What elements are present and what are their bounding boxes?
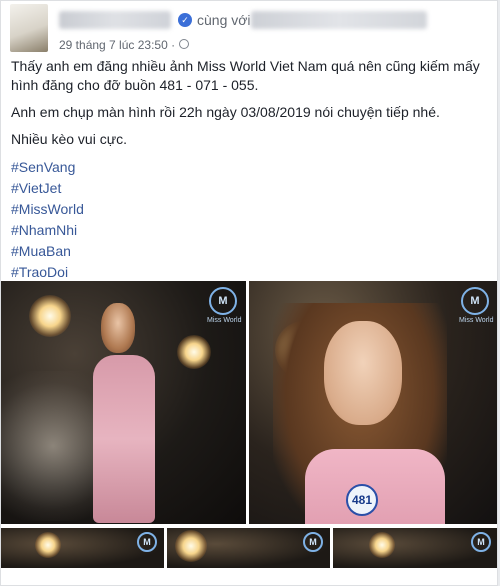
stage-light [177,335,211,369]
photo-thumbnail[interactable]: M [333,528,497,568]
photo-thumbnail[interactable]: M [1,528,164,568]
verified-icon: ✓ [178,13,192,27]
photo-portrait[interactable]: 481 M Miss World [249,281,497,524]
author-name-redacted[interactable] [59,11,171,29]
stage-light [29,295,71,337]
hashtag-link[interactable]: #TraoDoi [11,262,487,283]
hashtag-link[interactable]: #MuaBan [11,241,487,262]
model-figure [101,303,135,353]
miss-world-logo-icon: M [303,532,323,552]
miss-world-logo-icon: M [209,287,237,315]
model-dress [305,449,445,524]
logo-text: Miss World [459,317,494,324]
globe-icon [179,39,189,49]
post-header: ✓ cùng với 29 tháng 7 lúc 23:50 · [1,1,497,57]
post-paragraph: Anh em chụp màn hình rồi 22h ngày 03/08/… [11,104,440,120]
hashtag-link[interactable]: #SenVang [11,157,487,178]
hashtag-link[interactable]: #VietJet [11,178,487,199]
stage-light [175,530,207,562]
hashtag-link[interactable]: #NhamNhi [11,220,487,241]
photo-full-body[interactable]: M Miss World [1,281,246,524]
post-card: ✓ cùng với 29 tháng 7 lúc 23:50 · Thấy a… [0,0,498,586]
contestant-badge: 481 [346,484,378,516]
hashtag-link[interactable]: #MissWorld [11,199,487,220]
post-text: Thấy anh em đăng nhiều ảnh Miss World Vi… [1,57,497,283]
post-paragraph: Thấy anh em đăng nhiều ảnh Miss World Vi… [11,58,480,93]
miss-world-logo-icon: M [461,287,489,315]
with-label: cùng với [197,12,251,28]
logo-text: Miss World [207,317,242,324]
stage-light [35,532,61,558]
photo-thumbnail[interactable]: M [167,528,330,568]
miss-world-logo-icon: M [137,532,157,552]
miss-world-logo-icon: M [471,532,491,552]
avatar[interactable] [10,4,48,52]
model-dress [93,355,155,523]
hashtag-list: #SenVang #VietJet #MissWorld #NhamNhi #M… [11,157,487,283]
model-face [324,321,402,425]
post-paragraph: Nhiều kèo vui cực. [11,131,127,147]
post-timestamp[interactable]: 29 tháng 7 lúc 23:50 · [59,38,175,52]
stage-light [369,532,395,558]
tagged-users-redacted[interactable] [251,11,427,29]
